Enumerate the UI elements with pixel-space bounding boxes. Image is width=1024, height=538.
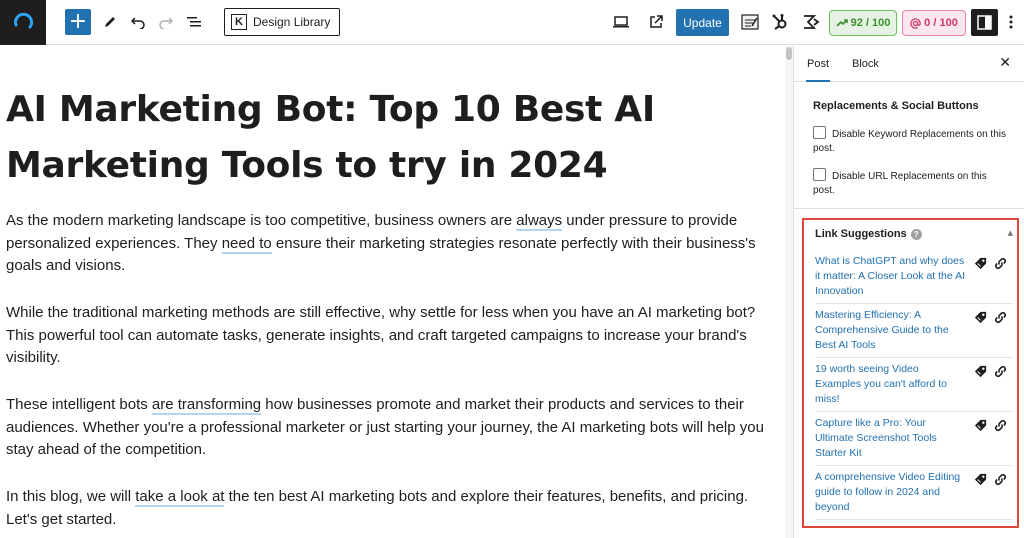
redo-icon [159,17,174,29]
sidebar-icon [977,15,992,30]
kadence-logo-icon: K [231,14,247,30]
collapse-arrow-icon[interactable]: ▲ [1008,229,1013,237]
editor-toolbar: + K Design Library Update 92 / 100 0 / 1… [0,0,1024,45]
list-view-icon [187,17,201,27]
undo-button[interactable] [126,9,150,35]
options-menu-button[interactable] [1004,9,1018,35]
post-title[interactable]: AI Marketing Bot: Top 10 Best AI Marketi… [6,82,766,194]
pencil-icon [105,17,115,27]
link-icon[interactable] [993,418,1008,433]
paragraph-block[interactable]: In this blog, we will take a look at the… [6,486,771,531]
redo-button[interactable] [154,9,178,35]
tools-button[interactable] [98,9,122,35]
settings-sidebar-toggle[interactable] [971,9,998,36]
tag-icon[interactable] [973,256,988,271]
site-logo[interactable] [0,0,46,45]
tag-icon[interactable] [973,418,988,433]
paragraph-block[interactable]: As the modern marketing landscape is too… [6,210,771,278]
readability-score-badge[interactable]: 0 / 100 [902,10,966,36]
link-suggestions-panel: Link Suggestions ? ▲ What is ChatGPT and… [802,218,1019,528]
editor-scrollbar-thumb[interactable] [786,47,792,60]
suggested-link-text[interactable]: are transforming [151,396,262,415]
suggestion-item: What is ChatGPT and why does it matter: … [815,254,1013,304]
readability-score-value: 0 / 100 [924,17,958,29]
section-divider [794,208,1024,209]
tag-icon[interactable] [973,310,988,325]
seo-score-badge[interactable]: 92 / 100 [829,10,897,36]
update-button[interactable]: Update [676,9,729,36]
replacements-heading: Replacements & Social Buttons [813,100,979,112]
close-icon[interactable]: ✕ [999,55,1011,71]
document-overview-button[interactable] [182,9,206,35]
suggested-link-text[interactable]: need to [221,234,272,254]
disable-keyword-checkbox[interactable] [813,126,826,139]
link-icon[interactable] [993,256,1008,271]
link-whisper-icon [804,15,820,29]
tab-post[interactable]: Post [806,46,831,82]
preview-button[interactable] [609,9,633,35]
view-post-button[interactable] [644,9,668,35]
seo-score-value: 92 / 100 [850,17,891,29]
disable-keyword-label: Disable Keyword Replacements on this pos… [813,129,1006,154]
disable-url-label: Disable URL Replacements on this post. [813,171,987,196]
disable-url-replacements-option[interactable]: Disable URL Replacements on this post. [813,168,1008,198]
editor-notes-button[interactable] [738,9,762,35]
suggested-link-text[interactable]: take a look at [135,488,225,507]
editor-scrollbar[interactable] [785,46,793,538]
link-suggestions-header[interactable]: Link Suggestions ? [815,228,922,240]
link-icon[interactable] [993,472,1008,487]
design-library-label: Design Library [253,15,331,29]
editor-canvas: AI Marketing Bot: Top 10 Best AI Marketi… [0,46,785,538]
paragraph-block[interactable]: These intelligent bots are transforming … [6,394,771,462]
plus-icon: + [68,9,88,34]
notepad-icon [741,14,759,30]
link-whisper-button[interactable] [799,9,823,35]
sidebar-tabs: Post Block ✕ [794,46,1024,82]
external-link-icon [650,15,663,28]
tag-icon[interactable] [973,364,988,379]
link-icon[interactable] [993,364,1008,379]
settings-sidebar: Post Block ✕ Replacements & Social Butto… [793,46,1024,538]
suggestion-link[interactable]: Capture like a Pro: Your Ultimate Screen… [815,416,967,461]
suggestion-item: 19 worth seeing Video Examples you can't… [815,362,1013,412]
suggestion-link[interactable]: 19 worth seeing Video Examples you can't… [815,362,967,407]
vertical-ellipsis-icon [1009,15,1013,29]
tab-block[interactable]: Block [852,46,879,82]
trend-up-icon [836,19,848,27]
suggestion-link[interactable]: What is ChatGPT and why does it matter: … [815,254,967,299]
laptop-icon [613,16,629,28]
suggestion-item: A comprehensive Video Editing guide to f… [815,470,1013,520]
suggestion-link[interactable]: A comprehensive Video Editing guide to f… [815,470,967,515]
add-block-button[interactable]: + [65,9,91,35]
logo-icon [14,12,34,28]
disable-keyword-replacements-option[interactable]: Disable Keyword Replacements on this pos… [813,126,1008,156]
hubspot-icon [772,14,787,30]
undo-icon [130,17,145,29]
hubspot-button[interactable] [768,9,792,35]
suggested-link-text[interactable]: always [516,212,563,231]
paragraph-block[interactable]: While the traditional marketing methods … [6,302,771,370]
design-library-button[interactable]: K Design Library [224,8,341,36]
suggestion-item: Capture like a Pro: Your Ultimate Screen… [815,416,1013,466]
suggestion-item: Mastering Efficiency: A Comprehensive Gu… [815,308,1013,358]
link-icon[interactable] [993,310,1008,325]
help-icon[interactable]: ? [910,228,922,240]
disable-url-checkbox[interactable] [813,168,826,181]
link-suggestions-title: Link Suggestions [815,228,907,240]
at-sign-icon [910,17,921,29]
suggestion-link[interactable]: Mastering Efficiency: A Comprehensive Gu… [815,308,967,353]
tag-icon[interactable] [973,472,988,487]
